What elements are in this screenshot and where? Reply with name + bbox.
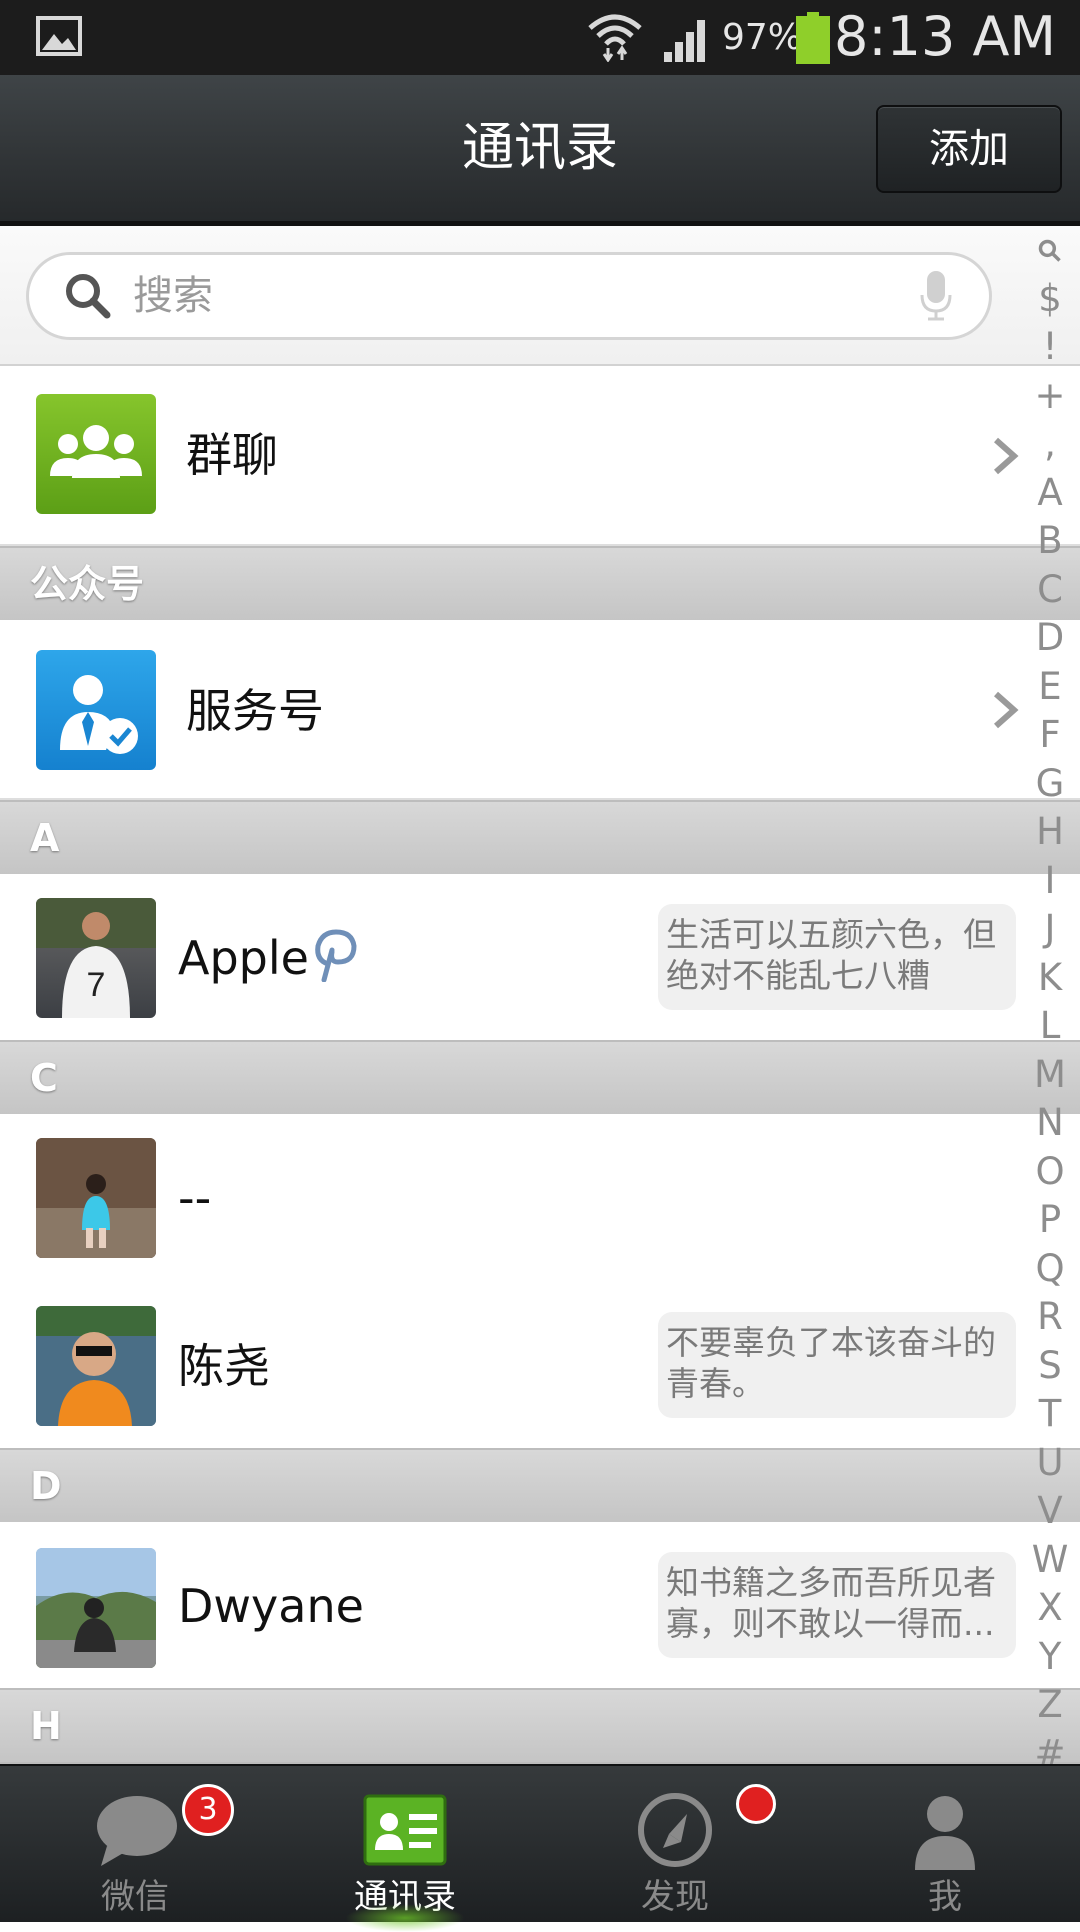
alphabet-index-bar[interactable]: $ ! + , A B C D E F G H I J K L M N O P …	[1020, 226, 1080, 1775]
index-letter[interactable]: D	[1020, 614, 1080, 663]
contact-name: --	[178, 1171, 212, 1225]
contact-row[interactable]: --	[0, 1114, 1080, 1284]
battery-icon	[796, 12, 830, 64]
gallery-icon	[36, 16, 82, 56]
index-letter[interactable]: J	[1020, 905, 1080, 954]
index-letter[interactable]: L	[1020, 1002, 1080, 1051]
index-letter[interactable]: !	[1020, 323, 1080, 372]
index-search-icon[interactable]	[1020, 226, 1080, 275]
avatar	[36, 1138, 156, 1258]
contact-row[interactable]: 陈尧 不要辜负了本该奋斗的青春。	[0, 1282, 1080, 1452]
chevron-right-icon	[994, 691, 1019, 729]
index-letter[interactable]: Q	[1020, 1245, 1080, 1294]
index-letter[interactable]: G	[1020, 760, 1080, 809]
battery-percent: 97%	[722, 17, 803, 58]
tab-label: 我	[928, 1877, 962, 1917]
index-letter[interactable]: P	[1020, 1196, 1080, 1245]
signal-icon	[664, 20, 705, 62]
search-box[interactable]	[26, 252, 992, 340]
index-letter[interactable]: R	[1020, 1293, 1080, 1342]
index-letter[interactable]: +	[1020, 372, 1080, 421]
index-letter[interactable]: F	[1020, 711, 1080, 760]
tab-label: 发现	[641, 1877, 709, 1917]
chat-bubble-icon	[97, 1796, 177, 1866]
contact-name: Apple	[178, 931, 309, 985]
index-letter[interactable]: W	[1020, 1536, 1080, 1585]
index-letter[interactable]: S	[1020, 1342, 1080, 1391]
index-letter[interactable]: M	[1020, 1051, 1080, 1100]
contact-row[interactable]: 7 Apple 生活可以五颜六色，但绝对不能乱七八糟	[0, 874, 1080, 1044]
contact-signature: 生活可以五颜六色，但绝对不能乱七八糟	[658, 904, 1016, 1010]
avatar	[36, 1548, 156, 1668]
avatar	[36, 1306, 156, 1426]
avatar: 7	[36, 898, 156, 1018]
tab-discover[interactable]: 发现	[540, 1766, 810, 1922]
service-accounts-label: 服务号	[186, 684, 324, 738]
pinterest-icon	[315, 929, 357, 982]
section-header-h: H	[0, 1688, 1080, 1764]
tab-chats[interactable]: 3 微信	[0, 1766, 270, 1922]
index-letter[interactable]: U	[1020, 1439, 1080, 1488]
service-accounts-row[interactable]: 服务号	[0, 620, 1080, 800]
notification-dot	[736, 1784, 776, 1824]
group-chat-label: 群聊	[186, 428, 278, 482]
contacts-card-icon	[363, 1794, 447, 1866]
index-letter[interactable]: N	[1020, 1099, 1080, 1148]
add-button[interactable]: 添加	[876, 105, 1062, 193]
section-header-a: A	[0, 800, 1080, 876]
service-accounts-icon	[36, 650, 156, 770]
index-letter[interactable]: I	[1020, 857, 1080, 906]
search-icon	[66, 274, 111, 319]
contact-signature: 不要辜负了本该奋斗的青春。	[658, 1312, 1016, 1418]
chevron-right-icon	[994, 437, 1019, 475]
tab-label: 通讯录	[354, 1877, 456, 1917]
tab-contacts[interactable]: 通讯录	[270, 1766, 540, 1932]
index-letter[interactable]: C	[1020, 566, 1080, 615]
title-bar: 通讯录 添加	[0, 75, 1080, 226]
section-header-d: D	[0, 1448, 1080, 1524]
svg-text:7: 7	[87, 966, 106, 1004]
index-letter[interactable]: T	[1020, 1390, 1080, 1439]
bottom-tab-bar: 3 微信 通讯录 发现 我	[0, 1764, 1080, 1932]
contact-name: Dwyane	[178, 1579, 364, 1633]
index-letter[interactable]: K	[1020, 954, 1080, 1003]
group-chat-icon	[36, 394, 156, 514]
index-letter[interactable]: V	[1020, 1487, 1080, 1536]
index-letter[interactable]: Y	[1020, 1633, 1080, 1682]
index-letter[interactable]: $	[1020, 275, 1080, 324]
clock: 8:13 AM	[834, 5, 1056, 68]
unread-badge: 3	[182, 1784, 234, 1836]
index-letter[interactable]: E	[1020, 663, 1080, 712]
section-header-c: C	[0, 1040, 1080, 1116]
contact-signature: 知书籍之多而吾所见者寡，则不敢以一得而...	[658, 1552, 1016, 1658]
index-letter[interactable]: B	[1020, 517, 1080, 566]
group-chat-row[interactable]: 群聊	[0, 366, 1080, 546]
index-letter[interactable]: Z	[1020, 1681, 1080, 1730]
search-input[interactable]	[131, 267, 895, 325]
contact-row[interactable]: Dwyane 知书籍之多而吾所见者寡，则不敢以一得而...	[0, 1522, 1080, 1692]
contact-name: 陈尧	[178, 1339, 270, 1393]
index-letter[interactable]: X	[1020, 1584, 1080, 1633]
compass-icon	[638, 1793, 712, 1867]
tab-label: 微信	[101, 1877, 169, 1917]
tab-me[interactable]: 我	[810, 1766, 1080, 1922]
index-letter[interactable]: ,	[1020, 420, 1080, 469]
microphone-icon[interactable]	[919, 269, 953, 323]
status-bar: 97% 8:13 AM	[0, 0, 1080, 75]
index-letter[interactable]: H	[1020, 808, 1080, 857]
index-letter[interactable]: O	[1020, 1148, 1080, 1197]
section-header-official: 公众号	[0, 546, 1080, 622]
index-letter[interactable]: A	[1020, 469, 1080, 518]
contacts-list[interactable]: 群聊 公众号 服务号 A	[0, 226, 1080, 1764]
person-icon	[915, 1796, 975, 1870]
search-area	[0, 226, 1080, 366]
wifi-icon	[588, 14, 642, 62]
